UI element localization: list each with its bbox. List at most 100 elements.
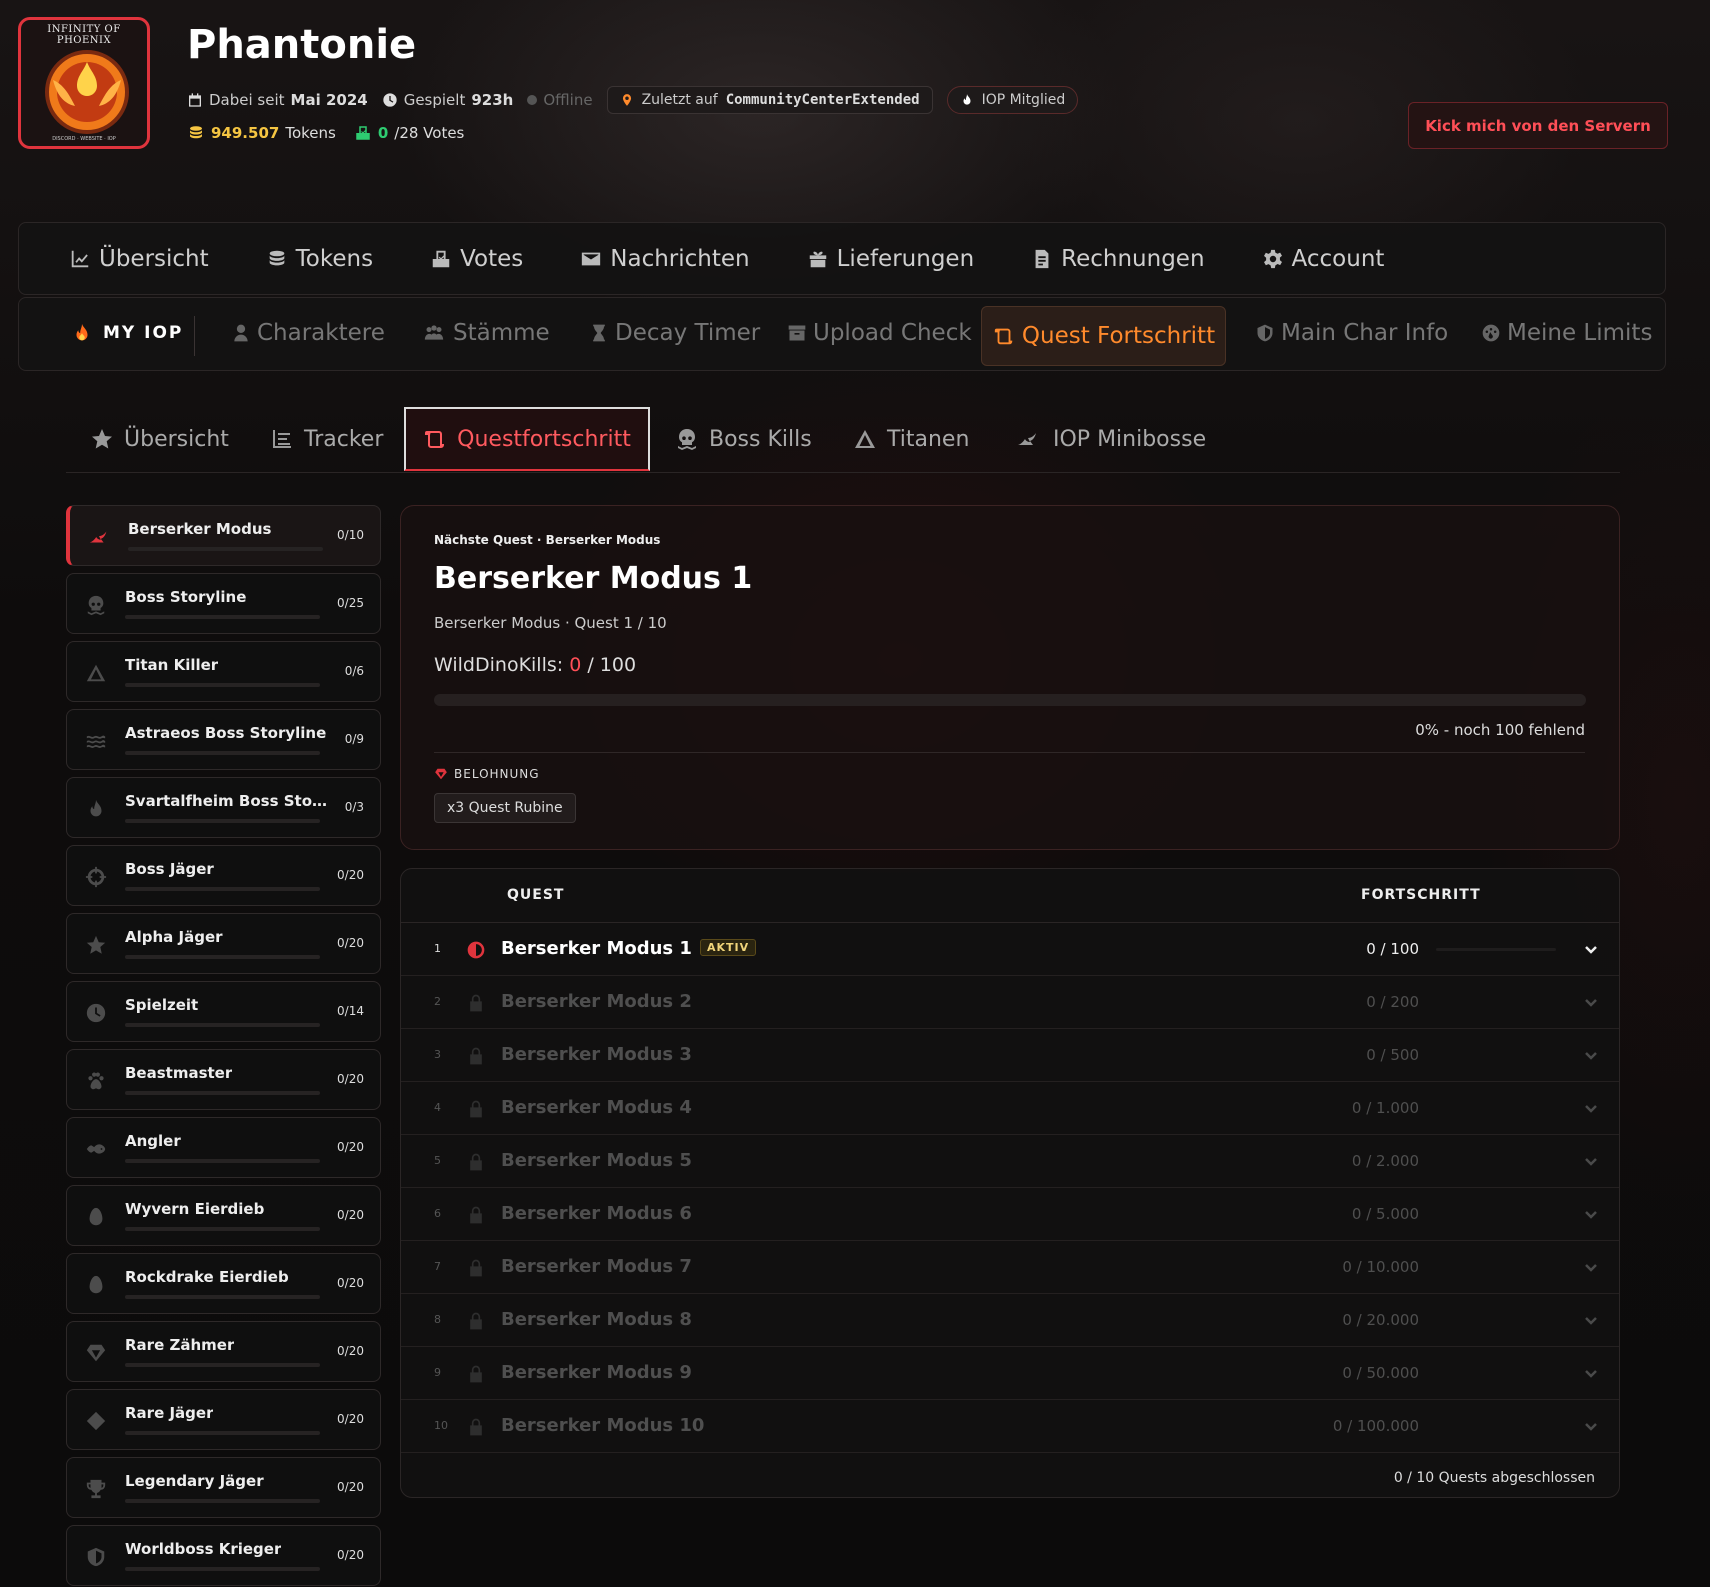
nav-main-char-info[interactable]: Main Char Info [1255,320,1448,346]
tab-label: IOP Minibosse [1053,426,1207,452]
category-label: Legendary Jäger [125,1472,264,1490]
chevron-down-icon[interactable] [1583,1365,1599,1381]
category-legendary-jaeger[interactable]: Legendary Jäger 0/20 [66,1457,381,1518]
nav-nachrichten[interactable]: Nachrichten [580,246,750,272]
category-rockdrake-eierdieb[interactable]: Rockdrake Eierdieb 0/20 [66,1253,381,1314]
table-row[interactable]: 7 Berserker Modus 7 0 / 10.000 [401,1241,1619,1294]
row-number: 7 [434,1260,441,1273]
nav-lieferungen[interactable]: Lieferungen [807,246,974,272]
nav-meine-limits[interactable]: Meine Limits [1481,320,1652,346]
category-rare-zaehmer[interactable]: Rare Zähmer 0/20 [66,1321,381,1382]
hourglass-icon [589,323,609,343]
category-astraeos-boss-storyline[interactable]: Astraeos Boss Storyline 0/9 [66,709,381,770]
category-count: 0/20 [337,1276,364,1290]
fire-icon [960,93,974,107]
table-row[interactable]: 10 Berserker Modus 10 0 / 100.000 [401,1400,1619,1453]
chevron-down-icon[interactable] [1583,1047,1599,1063]
category-progress-bar [125,615,320,619]
next-quest-kicker: Nächste Quest · Berserker Modus [434,533,661,547]
vote-box-icon [430,248,452,270]
tab-uebersicht[interactable]: Übersicht [90,407,229,471]
category-titan-killer[interactable]: Titan Killer 0/6 [66,641,381,702]
table-row[interactable]: 5 Berserker Modus 5 0 / 2.000 [401,1135,1619,1188]
category-rare-jaeger[interactable]: Rare Jäger 0/20 [66,1389,381,1450]
tab-label: Titanen [887,426,970,452]
nav-quest-fortschritt[interactable]: Quest Fortschritt [981,306,1226,366]
lock-icon [466,1046,486,1066]
table-row[interactable]: 3 Berserker Modus 3 0 / 500 [401,1029,1619,1082]
chevron-down-icon[interactable] [1583,994,1599,1010]
lock-icon [466,1152,486,1172]
gem-icon [434,767,448,781]
nav-votes[interactable]: Votes [430,246,523,272]
nav-staemme[interactable]: Stämme [421,320,550,346]
profile-meta: Dabei seit Mai 2024 Gespielt 923h Offline … [187,86,1092,114]
logo-subtext: DISCORD · WEBSITE · IOP [52,136,116,142]
trophy-icon [85,1478,107,1500]
nav-uebersicht[interactable]: Übersicht [69,246,209,272]
category-worldboss-krieger[interactable]: Worldboss Krieger 0/20 [66,1525,381,1586]
row-number: 4 [434,1101,441,1114]
shield-icon [85,1546,107,1568]
coins-icon [266,248,288,270]
nav-upload-check[interactable]: Upload Check [787,320,972,346]
kick-button[interactable]: Kick mich von den Servern [1408,102,1668,149]
chevron-down-icon[interactable] [1583,1206,1599,1222]
nav-decay-timer[interactable]: Decay Timer [589,320,760,346]
my-iop-label[interactable]: MY IOP [71,320,183,346]
tab-titanen[interactable]: Titanen [853,407,969,471]
metric-current: 0 [569,654,582,676]
nav-label: Meine Limits [1507,320,1653,346]
table-row[interactable]: 9 Berserker Modus 9 0 / 50.000 [401,1347,1619,1400]
tab-boss-kills[interactable]: Boss Kills [675,407,812,471]
table-row[interactable]: 8 Berserker Modus 8 0 / 20.000 [401,1294,1619,1347]
nav-rechnungen[interactable]: Rechnungen [1031,246,1205,272]
row-number: 8 [434,1313,441,1326]
tab-label: Tracker [304,426,384,452]
category-alpha-jaeger[interactable]: Alpha Jäger 0/20 [66,913,381,974]
tab-tracker[interactable]: Tracker [270,407,383,471]
category-progress-bar [125,1227,320,1231]
category-boss-jaeger[interactable]: Boss Jäger 0/20 [66,845,381,906]
star-icon [90,427,114,451]
category-boss-storyline[interactable]: Boss Storyline 0/25 [66,573,381,634]
quest-table: QUEST FORTSCHRITT 1 Berserker Modus 1 AKT… [400,868,1620,1498]
tab-iop-minibosse[interactable]: IOP Minibosse [1013,407,1206,471]
tab-label: Questfortschritt [457,426,631,452]
chevron-down-icon[interactable] [1583,1153,1599,1169]
chevron-down-icon[interactable] [1583,1100,1599,1116]
row-progress-value: 0 / 200 [1366,993,1419,1011]
category-svartalfheim-boss-storyline[interactable]: Svartalfheim Boss Storyline 0/3 [66,777,381,838]
category-progress-bar [125,683,320,687]
table-row[interactable]: 4 Berserker Modus 4 0 / 1.000 [401,1082,1619,1135]
chevron-down-icon[interactable] [1583,1418,1599,1434]
card-divider [434,752,1585,753]
tab-questfortschritt[interactable]: Questfortschritt [404,407,650,471]
lock-icon [466,1364,486,1384]
gift-icon [807,248,829,270]
category-angler[interactable]: Angler 0/20 [66,1117,381,1178]
table-row[interactable]: 2 Berserker Modus 2 0 / 200 [401,976,1619,1029]
category-count: 0/20 [337,868,364,882]
row-progress-value: 0 / 50.000 [1342,1364,1419,1382]
chevron-down-icon[interactable] [1583,1312,1599,1328]
chevron-down-icon[interactable] [1583,941,1599,957]
category-berserker-modus[interactable]: Berserker Modus 0/10 [66,505,381,566]
table-row[interactable]: 1 Berserker Modus 1 AKTIV 0 / 100 [401,923,1619,976]
row-quest-name: Berserker Modus 5 [501,1150,692,1171]
nav-tokens[interactable]: Tokens [266,246,373,272]
category-wyvern-eierdieb[interactable]: Wyvern Eierdieb 0/20 [66,1185,381,1246]
table-row[interactable]: 6 Berserker Modus 6 0 / 5.000 [401,1188,1619,1241]
row-progress-value: 0 / 10.000 [1342,1258,1419,1276]
nav-label: Quest Fortschritt [1021,323,1216,349]
category-label: Svartalfheim Boss Storyline [125,792,330,810]
category-beastmaster[interactable]: Beastmaster 0/20 [66,1049,381,1110]
nav-account[interactable]: Account [1262,246,1384,272]
chevron-down-icon[interactable] [1583,1259,1599,1275]
nav-charaktere[interactable]: Charaktere [231,320,385,346]
category-spielzeit[interactable]: Spielzeit 0/14 [66,981,381,1042]
my-iop-text: MY IOP [103,323,184,343]
category-progress-bar [125,1499,320,1503]
reward-heading: BELOHNUNG [434,767,540,781]
row-quest-name: Berserker Modus 8 [501,1309,692,1330]
